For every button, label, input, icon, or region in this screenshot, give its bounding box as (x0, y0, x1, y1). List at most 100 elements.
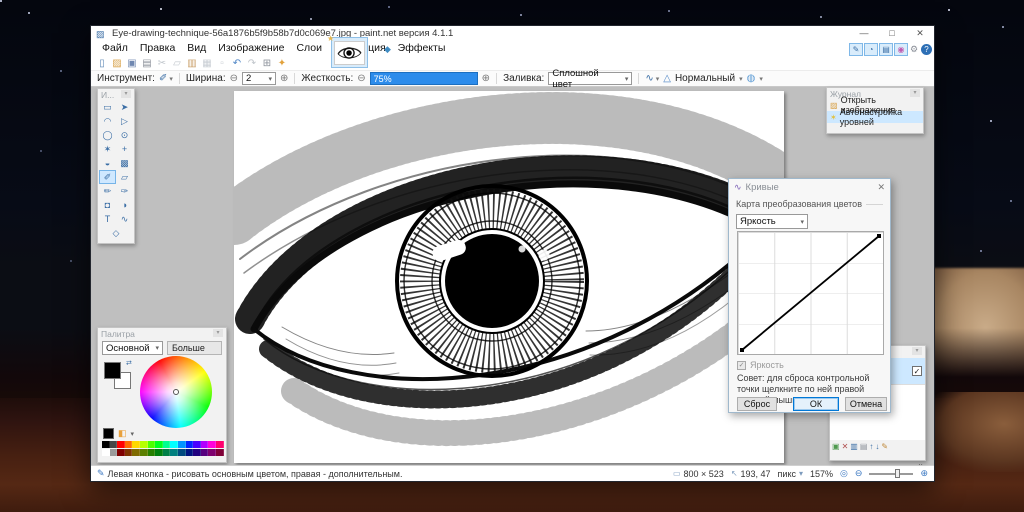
layer-visibility-checkbox[interactable]: ✓ (912, 366, 922, 376)
add-layer-icon[interactable]: ▣ (832, 441, 840, 452)
tools-window-title[interactable]: И... ▾ (98, 89, 134, 100)
quality-icon[interactable]: △ (663, 73, 671, 84)
palette-swatch[interactable] (208, 449, 216, 456)
pencil-tool[interactable]: ✏ (99, 184, 116, 198)
print-icon[interactable]: ▤ (141, 57, 153, 70)
move-layer-up-icon[interactable]: ↑ (869, 441, 873, 452)
history-item-auto-levels[interactable]: ✶ Автонастройка уровней (827, 107, 923, 127)
paste-icon[interactable]: ▥ (186, 57, 198, 70)
palette-swatch[interactable] (208, 441, 216, 448)
palette-swatch[interactable] (147, 441, 156, 448)
palette-swatch[interactable] (185, 441, 194, 448)
close-icon[interactable]: ✕ (877, 182, 885, 193)
menu-edit[interactable]: Правка (134, 41, 181, 56)
swap-colors-icon[interactable]: ⇄ (126, 359, 132, 367)
selection-clip-icon[interactable]: ◍ (747, 73, 756, 84)
move-selected-pixels-tool[interactable]: ➤ (116, 100, 133, 114)
toggle-tools-window-button[interactable]: ✎ (849, 43, 863, 56)
menu-image[interactable]: Изображение (212, 41, 290, 56)
layer-properties-icon[interactable]: ✎ (881, 441, 888, 452)
palette-window-title[interactable]: Палитра ▾ (98, 328, 226, 339)
gradient-tool[interactable]: ▩ (116, 156, 133, 170)
toggle-layers-window-button[interactable]: ▤ (879, 43, 893, 56)
color-picker-tool[interactable]: ✑ (116, 184, 133, 198)
minimize-button[interactable]: — (850, 26, 878, 41)
move-layer-down-icon[interactable]: ↓ (875, 441, 879, 452)
chevron-down-icon[interactable]: ▾ (131, 430, 135, 438)
settings-gear-icon[interactable]: ⚙ (908, 43, 920, 56)
curve-grid[interactable] (737, 231, 884, 355)
image-list-icon[interactable]: ◆ (384, 44, 391, 55)
palette-swatch[interactable] (215, 449, 224, 456)
duplicate-layer-icon[interactable]: ▥ (850, 441, 858, 452)
current-color-icon[interactable] (103, 428, 114, 439)
image-tab[interactable] (331, 37, 368, 68)
width-select[interactable]: 2 ▾ (242, 72, 277, 85)
curves-dialog-titlebar[interactable]: ∿ Кривые ✕ (729, 179, 890, 196)
zoom-out-icon[interactable]: ⊖ (855, 468, 863, 479)
ok-button[interactable]: ОК (793, 397, 839, 411)
palette-swatch[interactable] (139, 449, 148, 456)
palette-swatch[interactable] (124, 441, 133, 448)
palette-swatch[interactable] (193, 441, 201, 448)
palette-swatch[interactable] (162, 441, 171, 448)
shapes-tool[interactable]: ◇ (108, 226, 124, 240)
rectangle-select-tool[interactable]: ▭ (99, 100, 116, 114)
collapse-icon[interactable]: ▾ (121, 90, 131, 98)
zoom-fit-icon[interactable]: ◎ (840, 468, 848, 479)
palette-swatch[interactable] (162, 449, 171, 456)
color-mode-select[interactable]: Основной ▾ (102, 341, 163, 355)
menu-effects[interactable]: Эффекты (392, 41, 452, 56)
paintbrush-tool[interactable]: ✐ (99, 170, 116, 184)
palette-swatch[interactable] (193, 449, 201, 456)
palette-swatch[interactable] (170, 449, 178, 456)
eraser-tool[interactable]: ▱ (116, 170, 133, 184)
palette-swatch[interactable] (215, 441, 224, 448)
palette-swatch[interactable] (132, 441, 140, 448)
crop-to-selection-icon[interactable]: ⊞ (261, 57, 273, 70)
palette-swatch[interactable] (177, 441, 186, 448)
palette-swatch[interactable] (155, 449, 163, 456)
blend-mode-value[interactable]: Нормальный (675, 73, 735, 84)
reset-button[interactable]: Сброс (737, 397, 777, 411)
palette-swatch[interactable] (177, 449, 186, 456)
redo-icon[interactable]: ↷ (246, 57, 258, 70)
palette-swatch[interactable] (147, 449, 156, 456)
luminosity-checkbox[interactable]: ✓ (737, 360, 746, 370)
palette-swatch[interactable] (139, 441, 148, 448)
channel-select[interactable]: Яркость ▾ (736, 214, 808, 229)
palette-swatch[interactable] (170, 441, 178, 448)
collapse-icon[interactable]: ▾ (213, 329, 223, 337)
canvas[interactable] (208, 91, 810, 463)
menu-file[interactable]: Файл (96, 41, 134, 56)
hardness-decrease-button[interactable]: ⊖ (357, 73, 365, 84)
clone-stamp-tool[interactable]: ◘ (99, 198, 116, 212)
foreground-background-swatches[interactable]: ⇄ (104, 359, 134, 392)
width-decrease-button[interactable]: ⊖ (230, 73, 238, 84)
maximize-button[interactable]: □ (878, 26, 906, 41)
cut-icon[interactable]: ✂ (156, 57, 168, 70)
manage-palette-icon[interactable]: ◧ (118, 428, 127, 439)
zoom-in-icon[interactable]: ⊕ (920, 468, 928, 479)
delete-layer-icon[interactable]: ✕ (842, 441, 849, 452)
hardness-slider[interactable]: 75% (369, 72, 478, 85)
new-file-icon[interactable]: ▯ (96, 57, 108, 70)
palette-swatch[interactable] (200, 441, 209, 448)
menu-view[interactable]: Вид (181, 41, 212, 56)
more-colors-button[interactable]: Больше >> (166, 341, 222, 365)
close-button[interactable]: ✕ (906, 26, 934, 41)
palette-swatch[interactable] (124, 449, 133, 456)
save-icon[interactable]: ▣ (126, 57, 138, 70)
magic-wand-tool[interactable]: ✶ (99, 142, 116, 156)
undo-icon[interactable]: ↶ (231, 57, 243, 70)
palette-swatch[interactable] (117, 449, 125, 456)
palette-swatch[interactable] (200, 449, 209, 456)
palette-swatch[interactable] (155, 441, 163, 448)
fill-select[interactable]: Сплошной цвет ▾ (548, 68, 633, 90)
text-tool[interactable]: T (99, 212, 116, 226)
paint-bucket-tool[interactable]: ◒ (99, 156, 116, 170)
primary-color-swatch[interactable] (104, 362, 121, 379)
zoom-tool[interactable]: ⊙ (116, 128, 133, 142)
ellipse-select-tool[interactable]: ◯ (99, 128, 116, 142)
copy-icon[interactable]: ▱ (171, 57, 183, 70)
